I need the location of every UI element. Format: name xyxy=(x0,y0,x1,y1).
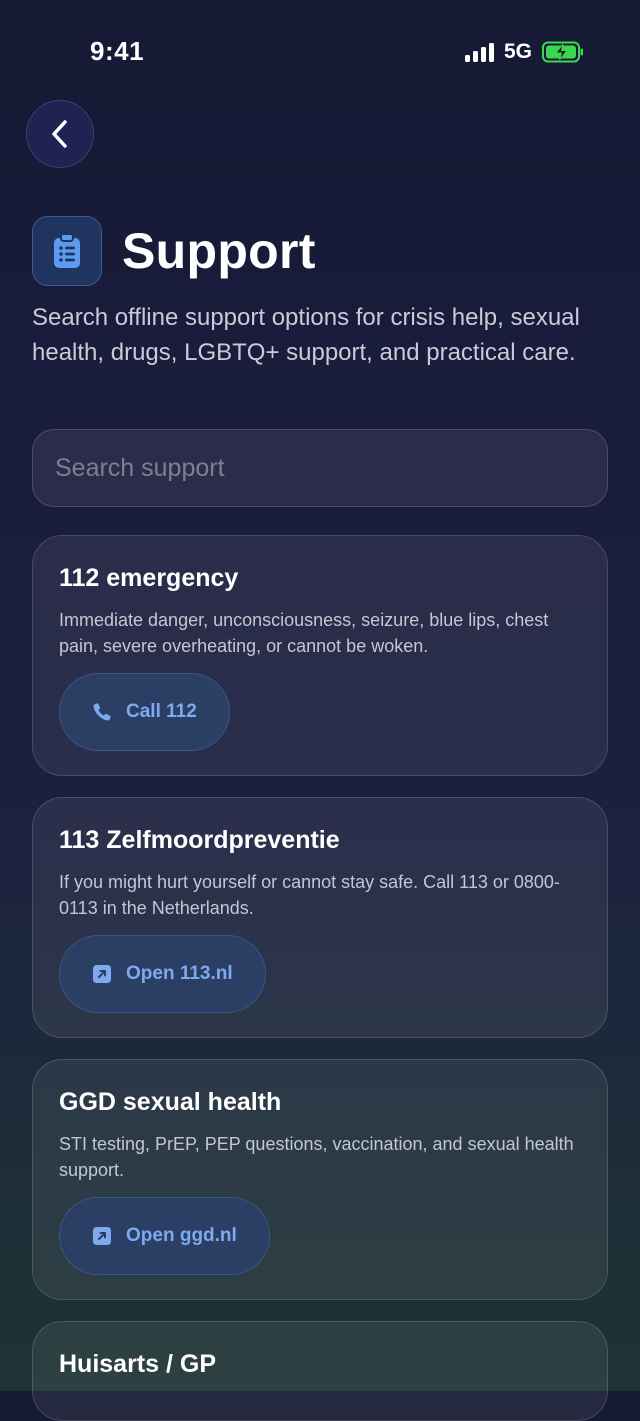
card-title: 112 emergency xyxy=(59,564,239,592)
search-box xyxy=(32,429,608,507)
signal-bars-icon xyxy=(464,42,494,62)
card-description: STI testing, PrEP, PEP questions, vaccin… xyxy=(59,1134,574,1180)
back-button[interactable] xyxy=(26,100,94,168)
external-link-icon xyxy=(92,964,112,984)
battery-charging-icon xyxy=(542,41,583,63)
call-112-button[interactable]: Call 112 xyxy=(59,673,230,751)
chevron-left-icon xyxy=(52,120,67,148)
title-icon-box xyxy=(32,216,102,286)
status-bar: 9:41 5G xyxy=(0,0,640,100)
button-label: Open 113.nl xyxy=(126,963,233,984)
network-label: 5G xyxy=(503,40,532,63)
support-card-113: 113 Zelfmoordpreventie If you might hurt… xyxy=(32,797,608,1038)
open-ggd-button[interactable]: Open ggd.nl xyxy=(59,1197,270,1275)
open-113-button[interactable]: Open 113.nl xyxy=(59,935,266,1013)
page-header: Support xyxy=(32,216,316,286)
button-label: Open ggd.nl xyxy=(126,1225,237,1246)
support-card-gp: Huisarts / GP xyxy=(32,1321,608,1421)
phone-icon xyxy=(92,702,112,722)
card-title: Huisarts / GP xyxy=(59,1350,216,1378)
button-label: Call 112 xyxy=(126,701,197,722)
status-time: 9:41 xyxy=(90,36,145,66)
card-title: 113 Zelfmoordpreventie xyxy=(59,826,340,854)
card-title: GGD sexual health xyxy=(59,1088,282,1116)
clipboard-icon xyxy=(54,233,80,268)
page-title: Support xyxy=(122,223,316,279)
external-link-icon xyxy=(92,1226,112,1246)
support-card-emergency: 112 emergency Immediate danger, unconsci… xyxy=(32,535,608,776)
status-indicators: 5G xyxy=(464,40,584,64)
card-description: If you might hurt yourself or cannot sta… xyxy=(59,872,560,918)
card-description: Immediate danger, unconsciousness, seizu… xyxy=(59,610,549,656)
search-input[interactable] xyxy=(33,430,607,506)
page-subtitle: Search offline support options for crisi… xyxy=(32,304,580,366)
support-card-ggd: GGD sexual health STI testing, PrEP, PEP… xyxy=(32,1059,608,1300)
